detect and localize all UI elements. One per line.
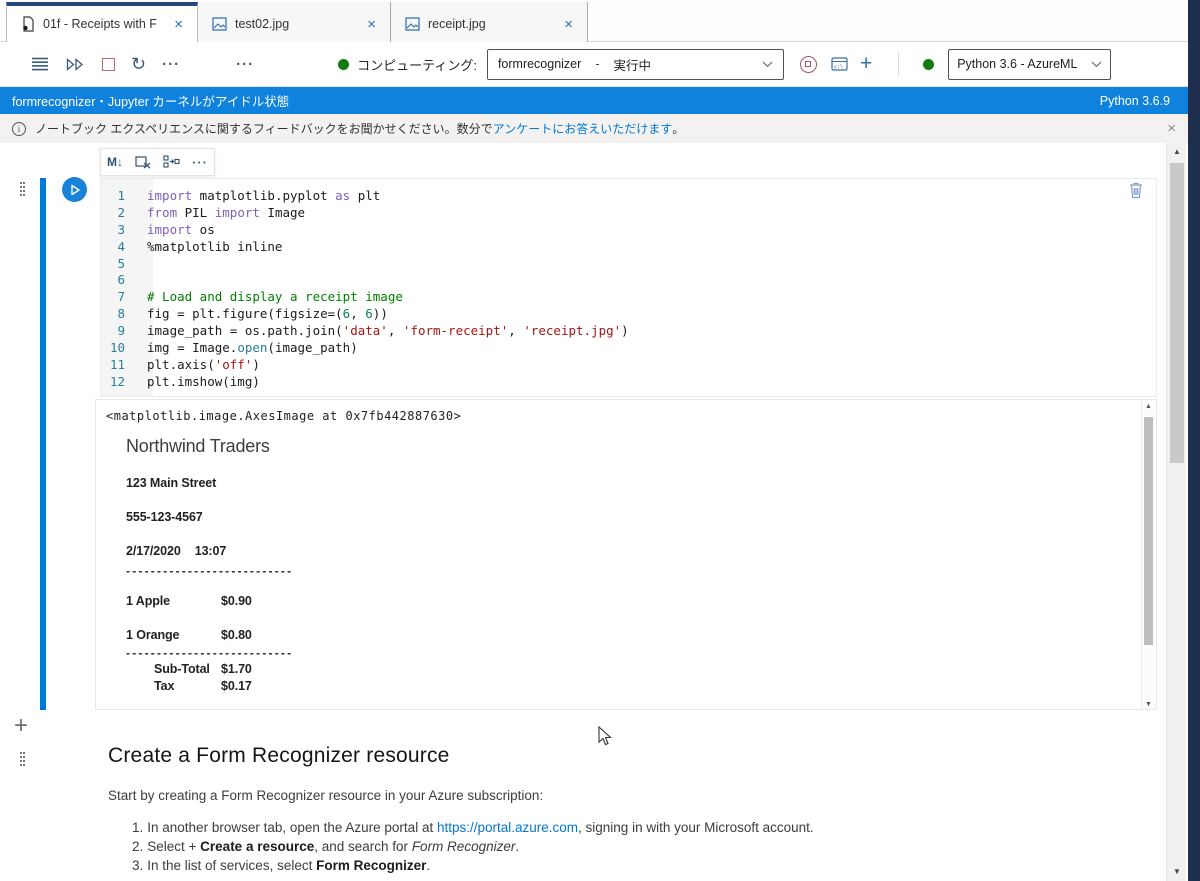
- markdown-cell: Create a Form Recognizer resource Start …: [108, 744, 1048, 875]
- run-cell-button[interactable]: [62, 177, 87, 202]
- output-scrollbar-thumb[interactable]: [1144, 417, 1153, 645]
- kernel-status-dot: [923, 58, 935, 70]
- cell-output: <matplotlib.image.AxesImage at 0x7fb4428…: [95, 399, 1157, 710]
- survey-link[interactable]: アンケートにお答えいただけます: [493, 120, 673, 137]
- mouse-cursor: [598, 726, 613, 747]
- compute-status-dot: [338, 58, 350, 70]
- cell-selection-bar: [40, 178, 46, 710]
- markdown-step: 3. In the list of services, select Form R…: [132, 858, 431, 873]
- code-editor[interactable]: 1 import matplotlib.pyplot as plt 2 from PI…: [100, 178, 1157, 397]
- receipt-divider: ---------------------------: [126, 564, 294, 578]
- code-editor-lines: 1 import matplotlib.pyplot as plt 2 from PI…: [109, 188, 629, 389]
- markdown-intro: Start by creating a Form Recognizer reso…: [108, 788, 544, 803]
- add-cell-button[interactable]: +: [14, 712, 28, 740]
- scroll-up-icon[interactable]: ▲: [1167, 145, 1187, 159]
- receipt-tax: Tax $0.17: [154, 679, 252, 693]
- clear-output-icon[interactable]: [135, 155, 151, 169]
- markdown-cell-drag-handle[interactable]: [20, 752, 32, 768]
- tab-strip: 01f - Receipts with F × test02.jpg × rec…: [0, 0, 1188, 42]
- window-edge-strip: [1188, 0, 1200, 881]
- tab-label: receipt.jpg: [428, 17, 486, 31]
- tab-receipt[interactable]: receipt.jpg ×: [391, 2, 588, 42]
- scroll-down-icon[interactable]: ▼: [1167, 865, 1187, 879]
- play-icon: [70, 184, 80, 195]
- receipt-line-item: 1 Apple $0.90: [126, 594, 252, 608]
- delete-cell-icon[interactable]: [1128, 181, 1144, 199]
- feedback-message-suffix: 。: [672, 122, 685, 136]
- receipt-subtotal: Sub-Total $1.70: [154, 662, 252, 676]
- notebook-file-icon: [23, 16, 34, 32]
- kernel-status-bar: formrecognizer・Jupyter カーネルがアイドル状態 Pytho…: [0, 87, 1188, 114]
- cell-hover-toolbar: M↓ ···: [100, 148, 215, 176]
- compute-dropdown[interactable]: formrecognizer - 実行中: [486, 48, 784, 80]
- feedback-bar: i ノートブック エクスペリエンスに関するフィードバックをお聞かせください。数分…: [0, 114, 1188, 143]
- output-repr-text: <matplotlib.image.AxesImage at 0x7fb4428…: [106, 409, 462, 423]
- tab-label: 01f - Receipts with F: [43, 17, 157, 31]
- page-scrollbar-thumb[interactable]: [1170, 163, 1184, 463]
- cell-drag-handle[interactable]: [20, 182, 32, 198]
- convert-to-markdown-icon[interactable]: M↓: [107, 155, 123, 169]
- azure-portal-link[interactable]: https://portal.azure.com: [437, 820, 578, 835]
- chevron-down-icon: [1091, 61, 1102, 67]
- image-file-icon: [212, 17, 227, 31]
- feedback-message: ノートブック エクスペリエンスに関するフィードバックをお聞かせください。数分で: [35, 122, 493, 136]
- page-scrollbar[interactable]: ▲ ▼: [1166, 143, 1186, 881]
- stop-icon[interactable]: [102, 50, 115, 78]
- output-scrollbar[interactable]: ▲ ▼: [1141, 401, 1155, 709]
- kernel-dropdown[interactable]: Python 3.6 - AzureML: [948, 48, 1112, 80]
- tab-close-icon[interactable]: ×: [170, 16, 187, 33]
- tab-close-icon[interactable]: ×: [560, 16, 577, 33]
- terminal-icon[interactable]: c:\: [831, 50, 848, 78]
- receipt-address: 123 Main Street: [126, 476, 217, 490]
- notebook-menu-icon[interactable]: [32, 50, 48, 78]
- svg-text:c:\: c:\: [834, 64, 843, 70]
- markdown-step: 2. Select + Create a resource, and search…: [132, 839, 520, 854]
- toolbar-divider: [898, 52, 900, 76]
- scroll-up-icon[interactable]: ▲: [1142, 403, 1155, 410]
- notebook-toolbar: ↻ ··· ··· コンピューティング: formrecognizer - 実行…: [0, 42, 1188, 87]
- add-compute-icon[interactable]: +: [860, 50, 872, 78]
- tab-close-icon[interactable]: ×: [363, 16, 380, 33]
- kernel-name: Python 3.6 - AzureML: [957, 57, 1078, 71]
- receipt-store-name: Northwind Traders: [126, 436, 270, 456]
- receipt-line-item: 1 Orange $0.80: [126, 628, 252, 642]
- compute-dash: -: [595, 57, 600, 71]
- info-icon: i: [12, 121, 26, 136]
- markdown-heading: Create a Form Recognizer resource: [108, 744, 450, 767]
- tab-notebook[interactable]: 01f - Receipts with F ×: [6, 2, 198, 42]
- more-options-secondary-icon[interactable]: ···: [236, 50, 254, 78]
- more-options-icon[interactable]: ···: [162, 50, 180, 78]
- compute-name: formrecognizer: [497, 57, 582, 71]
- restart-kernel-icon[interactable]: ↻: [131, 50, 146, 78]
- receipt-divider: ---------------------------: [126, 646, 294, 660]
- tab-test02[interactable]: test02.jpg ×: [198, 2, 391, 42]
- run-all-icon[interactable]: [66, 50, 84, 78]
- compute-status: 実行中: [613, 58, 651, 73]
- tab-label: test02.jpg: [235, 17, 290, 31]
- markdown-step: 1. In another browser tab, open the Azure…: [132, 820, 814, 835]
- chevron-down-icon: [762, 61, 773, 67]
- receipt-datetime: 2/17/2020 13:07: [126, 544, 227, 558]
- image-file-icon: [405, 17, 420, 31]
- scroll-down-icon[interactable]: ▼: [1142, 701, 1155, 708]
- kernel-version-text: Python 3.6.9: [1099, 93, 1170, 108]
- kernel-status-text: formrecognizer・Jupyter カーネルがアイドル状態: [12, 95, 290, 109]
- azureml-notebook-window: 01f - Receipts with F × test02.jpg × rec…: [0, 0, 1200, 881]
- stop-compute-icon[interactable]: [799, 50, 817, 78]
- dismiss-feedback-icon[interactable]: ×: [1167, 120, 1176, 137]
- move-cell-icon[interactable]: [163, 155, 180, 169]
- receipt-phone: 555-123-4567: [126, 510, 203, 524]
- compute-label: コンピューティング:: [357, 57, 477, 73]
- cell-more-options-icon[interactable]: ···: [192, 155, 208, 170]
